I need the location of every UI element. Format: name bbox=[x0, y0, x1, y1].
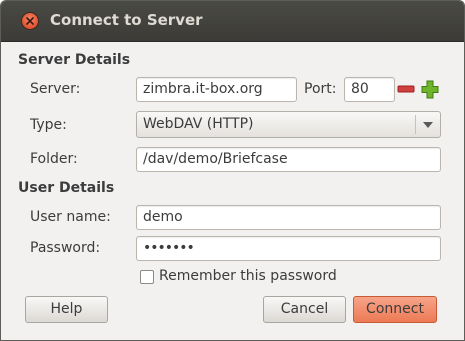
port-label: Port: bbox=[304, 81, 337, 97]
connect-to-server-dialog: Connect to Server Server Details Server:… bbox=[0, 0, 465, 341]
username-label: User name: bbox=[30, 209, 111, 225]
port-decrement-button[interactable] bbox=[396, 79, 416, 100]
type-label: Type: bbox=[30, 117, 67, 133]
username-input[interactable]: demo bbox=[136, 205, 441, 230]
folder-input[interactable]: /dav/demo/Briefcase bbox=[136, 147, 441, 172]
connect-button[interactable]: Connect bbox=[353, 296, 437, 323]
remember-password-label[interactable]: Remember this password bbox=[159, 268, 337, 284]
server-label: Server: bbox=[30, 81, 81, 97]
cancel-button[interactable]: Cancel bbox=[263, 296, 346, 323]
plus-icon bbox=[421, 80, 439, 99]
chevron-down-icon bbox=[423, 122, 433, 128]
close-button[interactable] bbox=[21, 12, 39, 30]
title-bar: Connect to Server bbox=[1, 1, 464, 42]
password-label: Password: bbox=[30, 240, 101, 256]
minus-icon bbox=[397, 85, 415, 93]
password-input[interactable]: ••••••• bbox=[136, 236, 441, 261]
server-input[interactable]: zimbra.it-box.org bbox=[136, 77, 297, 102]
user-details-heading: User Details bbox=[18, 180, 115, 196]
dropdown-separator bbox=[415, 115, 416, 134]
help-button[interactable]: Help bbox=[25, 296, 108, 323]
type-dropdown[interactable]: WebDAV (HTTP) bbox=[136, 111, 441, 138]
folder-label: Folder: bbox=[30, 151, 78, 167]
close-icon bbox=[26, 17, 34, 25]
type-dropdown-value: WebDAV (HTTP) bbox=[143, 116, 254, 132]
window-title: Connect to Server bbox=[50, 11, 203, 29]
port-input[interactable]: 80 bbox=[344, 77, 395, 102]
server-details-heading: Server Details bbox=[18, 52, 131, 68]
port-increment-button[interactable] bbox=[420, 79, 440, 100]
remember-password-checkbox[interactable] bbox=[140, 270, 154, 284]
